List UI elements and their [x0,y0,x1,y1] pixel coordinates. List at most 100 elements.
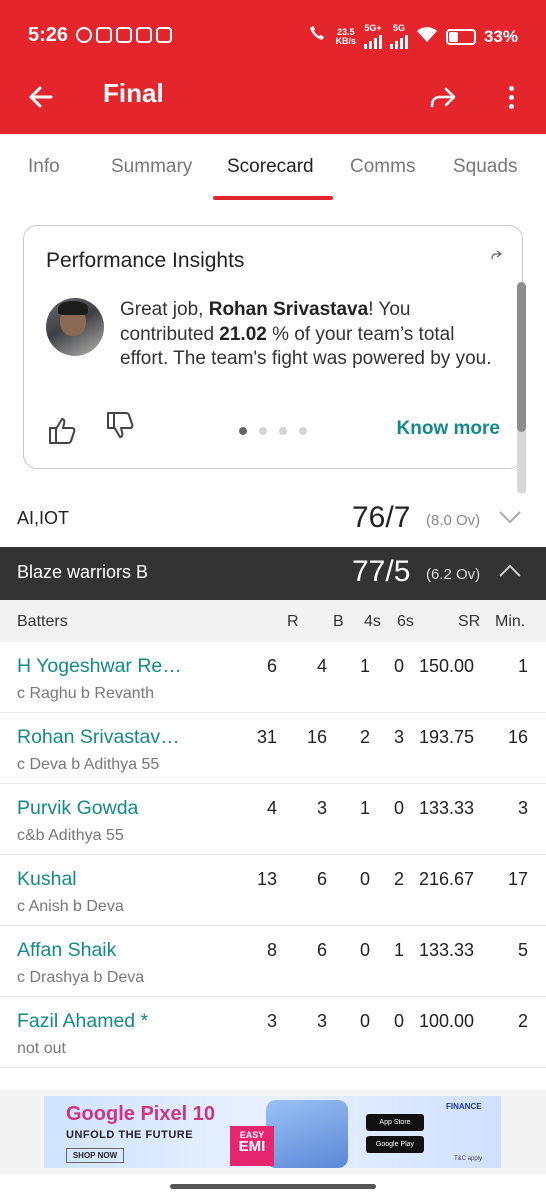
innings-team: AI,IOT [17,508,70,528]
sixes: 0 [393,656,404,676]
notification-icons [76,27,172,43]
dismissal-text: c Deva b Adithya 55 [17,756,160,773]
innings-overs: (6.2 Ov) [426,566,481,583]
sixes: 2 [393,869,404,889]
header-runs: R [287,613,299,630]
runs: 3 [266,1011,277,1031]
header-sixes: 6s [397,613,414,630]
balls: 6 [316,869,327,889]
avatar [46,298,104,356]
youtube-icon [136,27,152,43]
innings-score: 76/7 [352,501,411,534]
insight-message: Great job, Rohan Srivastava! You contrib… [120,299,492,369]
minutes: 16 [507,727,528,747]
strike-rate: 133.33 [418,798,474,818]
tab-scorecard[interactable]: Scorecard [227,156,314,178]
carousel-dot[interactable] [299,427,307,435]
chevron-down-icon[interactable] [498,509,522,525]
google-play-badge[interactable]: Google Play [366,1136,424,1153]
runs: 4 [266,798,277,818]
balls: 3 [316,1011,327,1031]
tab-summary[interactable]: Summary [111,156,192,178]
carousel-dot[interactable] [259,427,267,435]
phone-image [266,1100,348,1168]
table-row[interactable]: Kushal c Anish b Deva 13 6 0 2 216.67 17 [0,855,546,926]
minutes: 5 [517,940,528,960]
table-row[interactable]: Rohan Srivastav… c Deva b Adithya 55 31 … [0,713,546,784]
fours: 2 [359,727,370,747]
innings-row-blaze-warriors[interactable]: Blaze warriors B 77/5 (6.2 Ov) [0,547,546,600]
table-row[interactable]: H Yogeshwar Re… c Raghu b Revanth 6 4 1 … [0,642,546,713]
back-arrow-icon[interactable] [24,80,58,114]
fours: 0 [359,1011,370,1031]
ad-banner[interactable]: Google Pixel 10 UNFOLD THE FUTURE SHOP N… [44,1096,501,1168]
share-icon[interactable] [426,80,460,114]
header-balls: B [333,613,344,630]
balls: 3 [316,798,327,818]
know-more-link[interactable]: Know more [397,418,500,440]
share-small-icon[interactable] [490,250,502,263]
header-fours: 4s [364,613,381,630]
batter-name[interactable]: Fazil Ahamed * [17,1010,148,1033]
carousel-dot[interactable] [239,427,247,435]
whatsapp-icon [76,27,92,43]
innings-overs: (8.0 Ov) [426,512,481,529]
active-tab-indicator [213,196,333,200]
minutes: 17 [507,869,528,889]
batter-name[interactable]: Purvik Gowda [17,797,138,820]
innings-team: Blaze warriors B [17,562,149,582]
emi-badge: EASY EMI [230,1126,274,1166]
more-options-icon[interactable] [500,80,522,114]
home-indicator[interactable] [170,1184,376,1189]
sixes: 0 [393,798,404,818]
table-row[interactable]: Fazil Ahamed * not out 3 3 0 0 100.00 2 [0,997,546,1068]
top-bar: 5:26 23.5 KB/s 5G+ 5G 33% Final [0,0,546,134]
status-time: 5:26 [28,24,69,46]
runs: 13 [256,869,277,889]
sim-icon [156,27,172,43]
battery-icon [445,28,476,45]
runs: 31 [256,727,277,747]
strike-rate: 100.00 [418,1011,474,1031]
minutes: 2 [517,1011,528,1031]
batter-name[interactable]: Kushal [17,868,77,891]
carousel-dot[interactable] [279,427,287,435]
batter-name[interactable]: Affan Shaik [17,939,116,962]
balls: 4 [316,656,327,676]
table-row[interactable]: Purvik Gowda c&b Adithya 55 4 3 1 0 133.… [0,784,546,855]
dismissal-text: c Anish b Deva [17,898,124,915]
table-row[interactable]: Affan Shaik c Drashya b Deva 8 6 0 1 133… [0,926,546,997]
ad-shop-now-button[interactable]: SHOP NOW [66,1148,124,1163]
chevron-up-icon[interactable] [498,563,522,579]
minutes: 3 [517,798,528,818]
sixes: 0 [393,1011,404,1031]
dismissal-text: c Raghu b Revanth [17,685,154,702]
dismissal-text: c&b Adithya 55 [17,827,124,844]
dismissal-text: c Drashya b Deva [17,969,145,986]
performance-insights-card: Performance Insights Great job, Rohan Sr… [23,225,523,469]
header-minutes: Min. [495,613,526,630]
ad-terms: T&C apply [454,1156,483,1162]
thumbs-up-icon[interactable] [46,414,78,446]
batter-name[interactable]: H Yogeshwar Re… [17,655,182,678]
header-strike-rate: SR [458,613,481,630]
app-store-badge[interactable]: App Store [366,1114,424,1131]
app-grid-icon [116,27,132,43]
tab-info[interactable]: Info [28,156,60,178]
network-speed: 23.5 KB/s [335,26,356,46]
tab-comms[interactable]: Comms [350,156,415,178]
runs: 8 [266,940,277,960]
strike-rate: 150.00 [418,656,474,676]
insight-player: Rohan Srivastava [208,299,369,320]
signal-bars-icon [389,33,408,49]
innings-row-ai-iot[interactable]: AI,IOT 76/7 (8.0 Ov) [0,493,546,547]
snapchat-icon [96,27,112,43]
card-scrollbar[interactable] [517,282,526,494]
batter-name[interactable]: Rohan Srivastav… [17,726,180,749]
ad-subtitle: UNFOLD THE FUTURE [66,1129,194,1141]
tab-bar: Info Summary Scorecard Comms Squads [0,134,546,202]
fours: 1 [359,656,370,676]
tab-squads[interactable]: Squads [453,156,517,178]
insight-percent: 21.02 [219,323,267,345]
thumbs-down-icon[interactable] [104,410,136,442]
